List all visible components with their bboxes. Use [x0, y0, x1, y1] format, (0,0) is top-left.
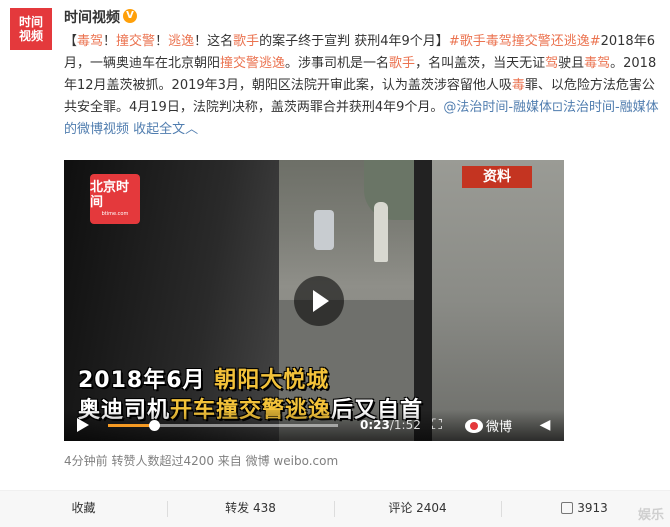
caption-line1-date: 2018年6月 [78, 368, 206, 393]
post-text-link[interactable]: #歌手毒驾撞交警还逃逸# [449, 34, 601, 49]
btime-logo-title: 北京时间 [90, 180, 130, 210]
post-text-segment: 驶且 [558, 56, 585, 71]
like-count: 3913 [577, 501, 608, 515]
post-text-link[interactable]: @法治时间-融媒体 [443, 100, 552, 115]
volume-icon[interactable]: ◀ [536, 416, 554, 434]
progress-fill [108, 424, 154, 427]
video-frame-police-officer [374, 202, 388, 262]
verified-badge-icon: V [123, 9, 137, 23]
avatar-text-2: 视频 [18, 29, 43, 43]
video-caption-line1: 2018年6月 朝阳大悦城 [78, 362, 329, 394]
avatar[interactable]: 时间 视频 [10, 8, 52, 50]
post-text-segment: 的案子终于宣判 获刑4年9个月】 [259, 34, 449, 49]
post-text-link[interactable]: 毒驾 [77, 34, 103, 49]
forward-button[interactable]: 转发 438 [167, 491, 334, 527]
weibo-label: 微博 [486, 420, 513, 435]
post-text-segment: ！ [103, 34, 117, 49]
current-time: 0:23 [360, 418, 390, 432]
watermark: 娱乐 [637, 508, 664, 523]
weibo-post-card: 时间 视频 时间视频 V 【毒驾！撞交警！逃逸！这名歌手的案子终于宣判 获刑4年… [0, 0, 670, 527]
thumbs-up-icon [561, 502, 574, 514]
post-text-segment: 【 [64, 34, 78, 49]
author-name[interactable]: 时间视频 [64, 7, 120, 27]
play-icon[interactable] [294, 276, 344, 326]
comment-button[interactable]: 评论 2404 [334, 491, 501, 527]
post-text-link[interactable]: 撞交警逃逸 [220, 56, 285, 71]
post-text-segment: ！这名 [194, 34, 234, 49]
video-controls: 0:23/1:52 ⛶ 微博 ◀ [64, 410, 564, 441]
post-text-link[interactable]: 歌手 [389, 56, 415, 71]
archive-tag: 资料 [462, 166, 532, 188]
weibo-brand: 微博 [465, 416, 512, 435]
post-text-link[interactable]: 逃逸 [168, 34, 194, 49]
progress-knob[interactable] [149, 420, 160, 431]
video-frame-car-window [426, 160, 564, 441]
fullscreen-icon[interactable]: ⛶ [428, 416, 446, 434]
post-text-link[interactable]: 驾 [545, 56, 558, 71]
weibo-logo-icon [465, 419, 483, 433]
play-small-icon[interactable] [74, 417, 90, 433]
btime-logo: 北京时间 btime.com [90, 174, 140, 224]
post-text-link[interactable]: 毒 [512, 78, 525, 93]
action-bar: 收藏 转发 438 评论 2404 3913 娱乐 [0, 490, 670, 527]
post-text-segment: ，名叫盖茨，当天无证 [415, 56, 546, 71]
post-text-segment: 。涉事司机是一名 [285, 56, 390, 71]
video-player[interactable]: 北京时间 btime.com 资料 2018年6月 朝阳大悦城 奥迪司机开车撞交… [64, 160, 564, 441]
caption-line1-place: 朝阳大悦城 [214, 368, 330, 393]
post-text-link[interactable]: 收起全文 [129, 122, 185, 137]
avatar-text-1: 时间 [18, 15, 43, 29]
post-meta: 4分钟前 转赞人数超过4200 来自 微博 weibo.com [64, 454, 339, 468]
progress-bar[interactable] [108, 420, 338, 431]
post-text-link[interactable]: ︿ [185, 122, 198, 137]
post-text-link[interactable]: 毒驾 [584, 56, 610, 71]
video-frame-vehicle [314, 210, 334, 250]
duration: /1:52 [389, 418, 421, 432]
post-text-link[interactable]: 撞交警 [116, 34, 155, 49]
post-text-link[interactable]: 歌手 [233, 34, 259, 49]
post-text: 【毒驾！撞交警！逃逸！这名歌手的案子终于宣判 获刑4年9个月】#歌手毒驾撞交警还… [64, 31, 660, 141]
btime-logo-sub: btime.com [101, 211, 129, 217]
video-time: 0:23/1:52 [360, 418, 421, 432]
post-text-segment: ！ [155, 34, 169, 49]
collect-button[interactable]: 收藏 [0, 491, 167, 527]
